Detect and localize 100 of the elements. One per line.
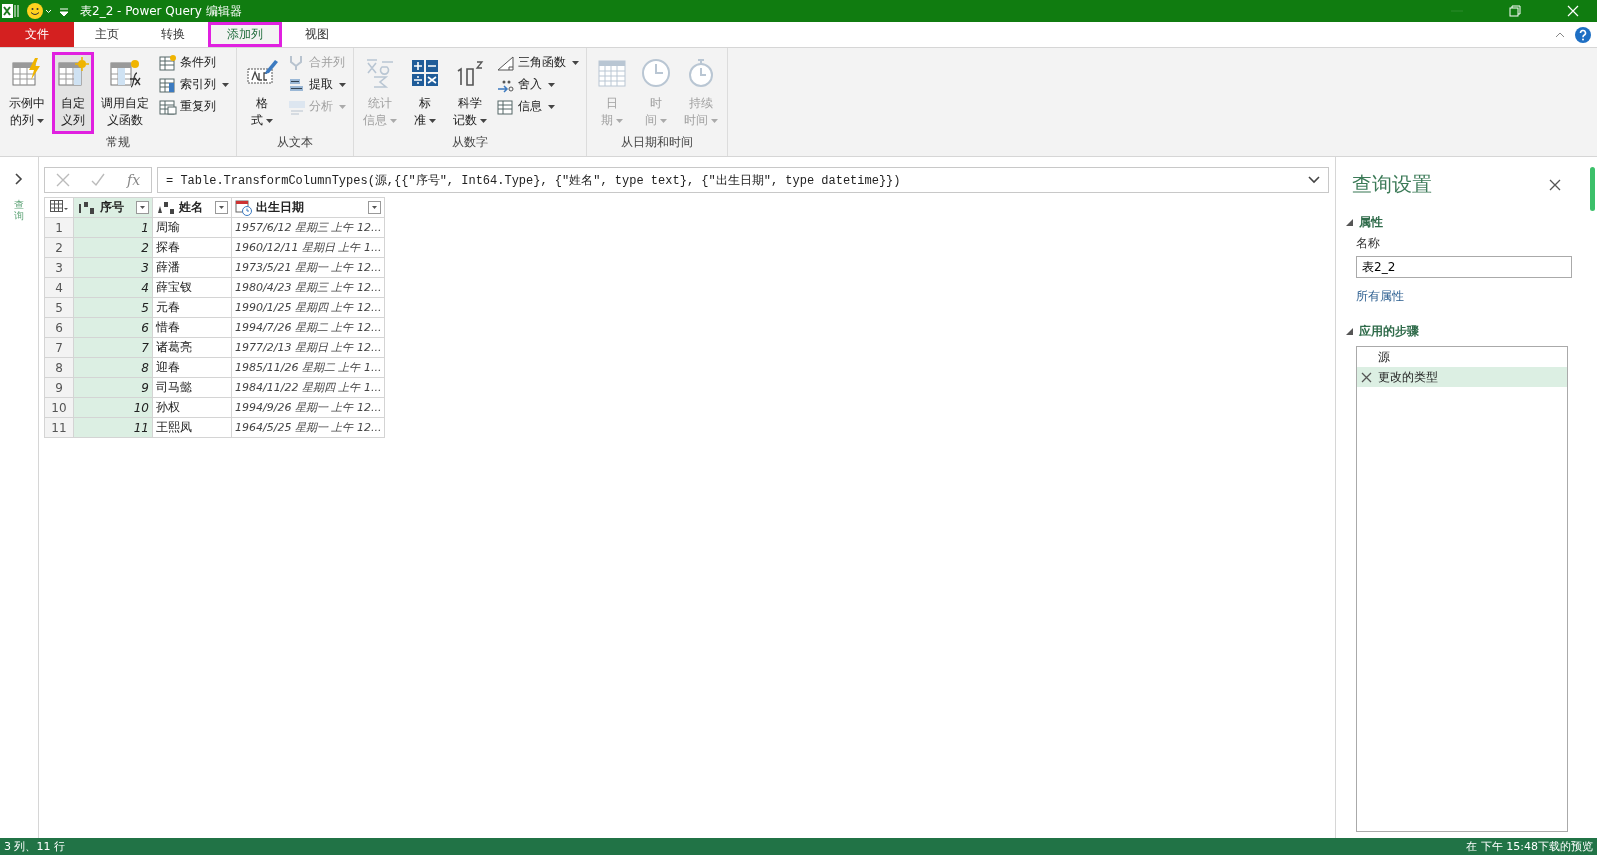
caret-icon: [339, 104, 346, 109]
ribbon-button[interactable]: 三角函数: [494, 52, 582, 73]
table-menu-button[interactable]: [44, 197, 74, 218]
filter-dropdown-icon[interactable]: [136, 201, 149, 214]
caret-icon: [429, 118, 436, 123]
name-field[interactable]: 表2_2: [1356, 256, 1572, 278]
table-cell: 孙权: [152, 397, 232, 418]
restore-icon[interactable]: [1509, 5, 1521, 17]
filter-dropdown-icon[interactable]: [215, 201, 228, 214]
ribbon-button[interactable]: 科学 记数: [448, 52, 492, 134]
caret-icon: [548, 104, 555, 109]
applied-step[interactable]: 更改的类型: [1357, 367, 1567, 387]
table-cell: 元春: [152, 297, 232, 318]
row-number: 2: [44, 237, 74, 258]
clock-icon: [640, 57, 672, 89]
table-cell: 迎春: [152, 357, 232, 378]
filter-dropdown-icon[interactable]: [368, 201, 382, 214]
info-table-icon: [497, 98, 515, 115]
row-number: 10: [44, 397, 74, 418]
row-number: 9: [44, 377, 74, 398]
group-label: 从数字: [451, 134, 489, 151]
table-cell: 1985/11/26 星期二 上午 1...: [231, 357, 385, 378]
calendar-clock-icon: [235, 199, 253, 216]
help-icon[interactable]: [1575, 26, 1591, 43]
row-number: 8: [44, 357, 74, 378]
row-number: 3: [44, 257, 74, 278]
numbered-list-icon: [159, 76, 177, 93]
column-header[interactable]: 姓名: [152, 197, 232, 218]
calendar-icon: [596, 57, 628, 89]
group-label: 常规: [105, 134, 131, 151]
ribbon-tab[interactable]: 添加列: [208, 22, 282, 47]
caret-icon: [222, 82, 229, 87]
caret-icon: [711, 118, 718, 123]
row-number: 11: [44, 417, 74, 438]
table-cell: 探春: [152, 237, 232, 258]
expand-chevron-icon[interactable]: [1308, 176, 1320, 184]
ribbon-button[interactable]: 自定 义列: [52, 52, 94, 134]
column-header[interactable]: 出生日期: [231, 197, 385, 218]
delete-step-icon[interactable]: [1361, 371, 1372, 383]
section-heading: 应用的步骤: [1359, 323, 1419, 340]
ribbon-button[interactable]: 提取: [285, 74, 349, 95]
table-cell: 1977/2/13 星期日 上午 12...: [231, 337, 385, 358]
smiley-icon[interactable]: [26, 2, 52, 20]
ribbon-button[interactable]: 调用自定 义函数: [96, 52, 154, 134]
ribbon-button[interactable]: 索引列: [156, 74, 232, 95]
spreadsheet-logo-icon[interactable]: [2, 4, 20, 18]
calculator-icon: [409, 57, 441, 89]
close-icon[interactable]: [1549, 178, 1561, 191]
applied-step[interactable]: 源: [1357, 347, 1567, 367]
caret-icon: [37, 118, 44, 123]
table-lightning-icon: [11, 57, 43, 89]
file-menu-tab[interactable]: 文件: [0, 22, 74, 47]
ribbon-button[interactable]: 格 式: [241, 52, 283, 134]
table-cell: 诸葛亮: [152, 337, 232, 358]
group-label: 从日期和时间: [620, 134, 694, 151]
expanded-triangle-icon[interactable]: [1346, 219, 1353, 226]
panel-title: 查询设置: [1352, 171, 1432, 198]
caret-icon: [266, 118, 273, 123]
formula-field[interactable]: = Table.TransformColumnTypes(源,{{"序号", Int64.Type}, {"姓名", type text}, {"出生日期", type datetime}}): [157, 167, 1329, 193]
table-cell: 1990/1/25 星期四 上午 12...: [231, 297, 385, 318]
column-title: 出生日期: [256, 199, 305, 216]
caret-icon: [480, 118, 487, 123]
expanded-triangle-icon[interactable]: [1346, 328, 1353, 335]
row-number: 7: [44, 337, 74, 358]
customize-dropdown-icon[interactable]: [58, 5, 70, 17]
insert-function-button[interactable]: fx: [127, 172, 141, 188]
table-cell: 惜春: [152, 317, 232, 338]
row-number: 6: [44, 317, 74, 338]
ribbon-button[interactable]: 重复列: [156, 96, 232, 117]
extract-icon: [288, 76, 306, 93]
duplicate-icon: [159, 98, 177, 115]
column-title: 姓名: [179, 199, 204, 216]
ribbon-button[interactable]: 舍入: [494, 74, 582, 95]
table-cell: 1994/7/26 星期二 上午 12...: [231, 317, 385, 338]
column-header[interactable]: 序号: [73, 197, 153, 218]
all-properties-link[interactable]: 所有属性: [1356, 288, 1597, 305]
statistics-icon: [364, 57, 396, 89]
table-cell: 1964/5/25 星期一 上午 12...: [231, 417, 385, 438]
group-label: 从文本: [276, 134, 314, 151]
scrollbar-thumb[interactable]: [1590, 167, 1595, 211]
checkmark-icon[interactable]: [91, 173, 106, 187]
table-cell: 薛潘: [152, 257, 232, 278]
table-cell: 1973/5/21 星期一 上午 12...: [231, 257, 385, 278]
ribbon-button[interactable]: 信息: [494, 96, 582, 117]
table-cell: 司马懿: [152, 377, 232, 398]
table-star-icon: [57, 57, 89, 89]
caret-icon: [390, 118, 397, 123]
caret-icon: [339, 82, 346, 87]
row-number: 5: [44, 297, 74, 318]
caret-icon: [572, 60, 579, 65]
table-cell: 1960/12/11 星期日 上午 1...: [231, 237, 385, 258]
ribbon-button[interactable]: 条件列: [156, 52, 232, 73]
ribbon-button[interactable]: 标 准: [404, 52, 446, 134]
window-title: 表2_2 - Power Query 编辑器: [80, 2, 242, 20]
expand-chevron-icon[interactable]: [15, 173, 23, 185]
caret-icon: [548, 82, 555, 87]
table-condition-icon: [159, 54, 177, 71]
ribbon-button[interactable]: 示例中 的列: [4, 52, 50, 134]
caret-icon: [660, 118, 667, 123]
collapse-ribbon-icon[interactable]: [1555, 31, 1565, 38]
